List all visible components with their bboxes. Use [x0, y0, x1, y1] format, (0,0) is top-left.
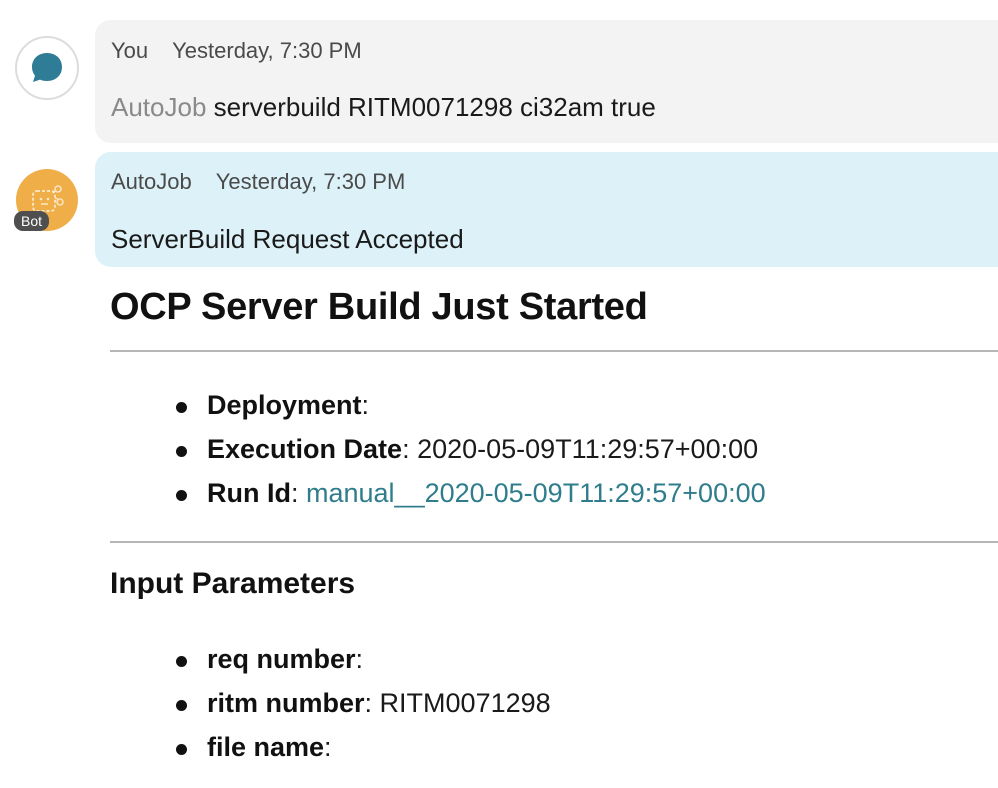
chat-bubble-icon: [32, 53, 62, 82]
bot-mention[interactable]: AutoJob: [111, 92, 206, 122]
message-author: AutoJob: [111, 169, 192, 194]
message-meta: You Yesterday, 7:30 PM: [111, 38, 362, 64]
divider: [110, 350, 998, 352]
message-meta: AutoJob Yesterday, 7:30 PM: [111, 169, 405, 195]
param-key: ritm number: [207, 688, 365, 718]
user-message: You Yesterday, 7:30 PM AutoJob serverbuil…: [95, 20, 998, 143]
param-key: file name: [207, 732, 325, 762]
detail-value: 2020-05-09T11:29:57+00:00: [409, 434, 759, 464]
list-item: file name:: [176, 731, 551, 775]
detail-key: Deployment: [207, 390, 362, 420]
details-list: Deployment: Execution Date: 2020-05-09T1…: [176, 389, 766, 521]
divider: [110, 541, 998, 543]
bot-badge: Bot: [14, 211, 50, 231]
message-time: Yesterday, 7:30 PM: [172, 38, 362, 63]
list-item: Deployment:: [176, 389, 766, 433]
message-time: Yesterday, 7:30 PM: [215, 169, 406, 194]
param-value: RITM0071298: [372, 688, 551, 718]
param-key: req number: [207, 644, 356, 674]
user-avatar[interactable]: [15, 36, 79, 100]
list-item: Run Id: manual__2020-05-09T11:29:57+00:0…: [176, 477, 766, 521]
detail-key: Run Id: [207, 478, 291, 508]
card-title: OCP Server Build Just Started: [110, 286, 648, 328]
input-parameters-title: Input Parameters: [110, 567, 356, 600]
list-item: req number:: [176, 643, 551, 687]
run-id-link[interactable]: manual__2020-05-09T11:29:57+00:00: [299, 478, 766, 508]
message-body: ServerBuild Request Accepted: [111, 224, 464, 254]
input-parameters-list: req number: ritm number: RITM0071298 fil…: [176, 643, 551, 775]
message-body: AutoJob serverbuild RITM0071298 ci32am t…: [111, 92, 656, 123]
list-item: Execution Date: 2020-05-09T11:29:57+00:0…: [176, 433, 766, 477]
detail-key: Execution Date: [207, 434, 403, 464]
message-author: You: [111, 38, 149, 63]
list-item: ritm number: RITM0071298: [176, 687, 551, 731]
command-text: serverbuild RITM0071298 ci32am true: [206, 92, 656, 122]
bot-message: AutoJob Yesterday, 7:30 PM ServerBuild Re…: [95, 152, 998, 267]
